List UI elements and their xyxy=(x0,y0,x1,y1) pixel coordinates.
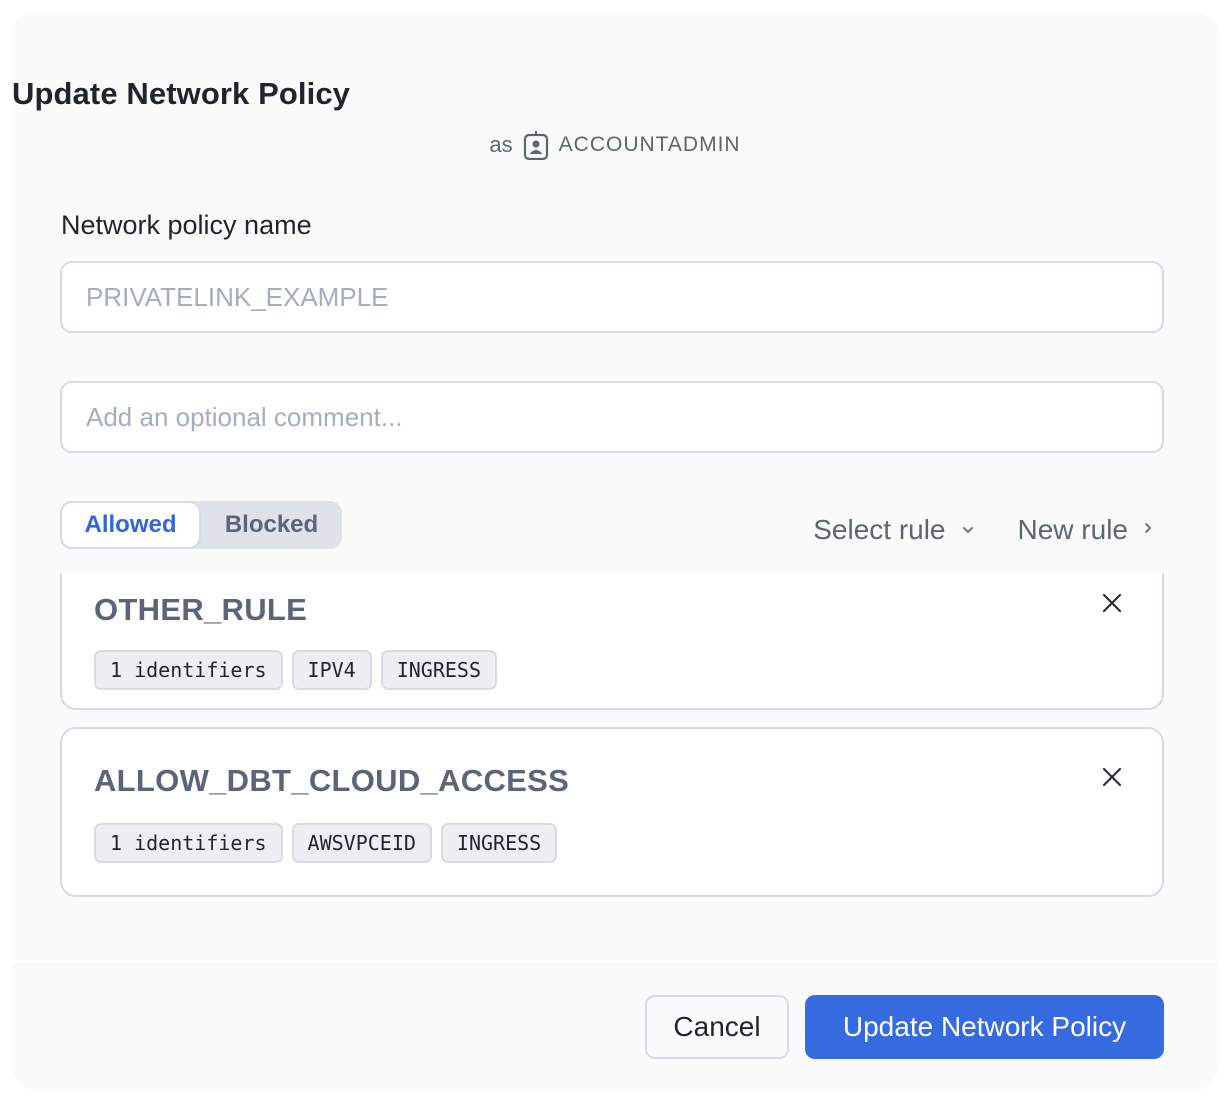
subtitle-prefix: as xyxy=(489,132,513,157)
rule-mode-tag: INGRESS xyxy=(380,650,498,690)
rule-card: OTHER_RULE 1 identifiers IPV4 INGRESS xyxy=(60,573,1164,710)
rule-name: ALLOW_DBT_CLOUD_ACCESS xyxy=(94,763,570,798)
new-rule-button[interactable]: New rule xyxy=(1018,514,1152,546)
tab-allowed[interactable]: Allowed xyxy=(60,501,201,549)
allowed-blocked-toggle: Allowed Blocked xyxy=(60,501,342,549)
network-policy-name-input[interactable] xyxy=(60,261,1164,333)
rule-type-tag: AWSVPCEID xyxy=(291,823,432,863)
rule-type-tag: IPV4 xyxy=(291,650,372,690)
select-rule-label: Select rule xyxy=(813,514,946,545)
identifier-count-tag: 1 identifiers xyxy=(94,823,283,863)
update-network-policy-dialog: Update Network Policy as ACCOUNTADMIN Ne… xyxy=(12,12,1218,1090)
close-icon[interactable] xyxy=(1100,591,1124,615)
role-name: ACCOUNTADMIN xyxy=(558,133,741,156)
new-rule-label: New rule xyxy=(1017,514,1128,545)
rules-list[interactable]: OTHER_RULE 1 identifiers IPV4 INGRESS AL… xyxy=(12,573,1218,961)
cancel-button[interactable]: Cancel xyxy=(645,995,789,1059)
network-policy-name-label: Network policy name xyxy=(61,210,312,240)
close-icon[interactable] xyxy=(1100,765,1124,789)
rule-name: OTHER_RULE xyxy=(94,592,308,627)
dialog-subtitle: as ACCOUNTADMIN xyxy=(12,130,1218,161)
rule-tags: 1 identifiers IPV4 INGRESS xyxy=(94,650,498,690)
update-network-policy-button[interactable]: Update Network Policy xyxy=(805,995,1164,1059)
identifier-count-tag: 1 identifiers xyxy=(94,650,283,690)
rule-card: ALLOW_DBT_CLOUD_ACCESS 1 identifiers AWS… xyxy=(60,727,1164,897)
dialog-title: Update Network Policy xyxy=(12,76,351,111)
rule-mode-tag: INGRESS xyxy=(440,823,558,863)
footer-divider xyxy=(12,960,1218,962)
tab-blocked[interactable]: Blocked xyxy=(201,501,342,549)
chevron-down-icon xyxy=(962,521,974,539)
user-badge-icon xyxy=(523,130,549,161)
rule-actions: Select rule New rule xyxy=(813,514,1152,546)
chevron-right-icon xyxy=(1144,521,1152,539)
select-rule-dropdown[interactable]: Select rule xyxy=(813,514,973,546)
comment-input[interactable] xyxy=(60,381,1164,453)
rule-tags: 1 identifiers AWSVPCEID INGRESS xyxy=(94,823,558,863)
